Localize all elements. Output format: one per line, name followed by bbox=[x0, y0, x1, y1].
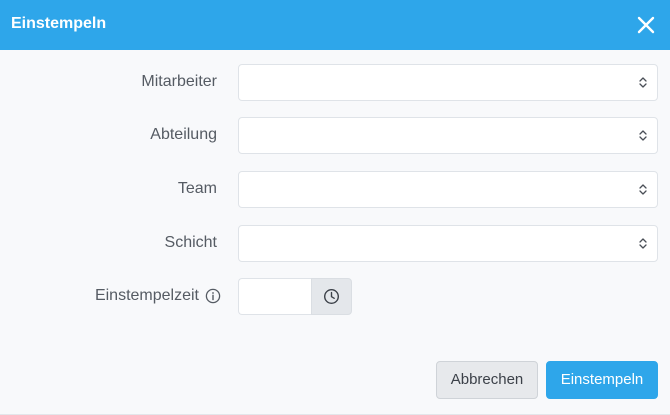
chevron-up-down-icon bbox=[639, 238, 647, 249]
dialog-title: Einstempeln bbox=[11, 15, 107, 32]
team-select[interactable] bbox=[238, 171, 658, 208]
chevron-up-down-icon bbox=[639, 77, 647, 88]
clock-in-dialog: Einstempeln Mitarbeiter Abteilung Team S… bbox=[0, 0, 670, 415]
employee-select[interactable] bbox=[238, 64, 658, 101]
dialog-header: Einstempeln bbox=[0, 0, 670, 50]
close-icon bbox=[637, 16, 655, 34]
employee-label: Mitarbeiter bbox=[141, 73, 217, 90]
chevron-up-down-icon bbox=[639, 184, 647, 195]
clock-in-time-label: Einstempelzeit bbox=[94, 287, 199, 304]
clock-in-time-input[interactable] bbox=[238, 278, 312, 315]
clock-in-button[interactable]: Einstempeln bbox=[546, 361, 658, 399]
chevron-up-down-icon bbox=[639, 130, 647, 141]
info-icon[interactable] bbox=[205, 288, 221, 304]
department-label: Abteilung bbox=[150, 126, 217, 143]
close-button[interactable] bbox=[634, 13, 658, 37]
time-picker-button[interactable] bbox=[311, 278, 352, 315]
shift-select[interactable] bbox=[238, 225, 658, 262]
team-label: Team bbox=[177, 180, 217, 197]
department-select[interactable] bbox=[238, 117, 658, 154]
shift-label: Schicht bbox=[164, 234, 217, 251]
clock-icon bbox=[323, 288, 340, 305]
cancel-button[interactable]: Abbrechen bbox=[436, 361, 538, 399]
